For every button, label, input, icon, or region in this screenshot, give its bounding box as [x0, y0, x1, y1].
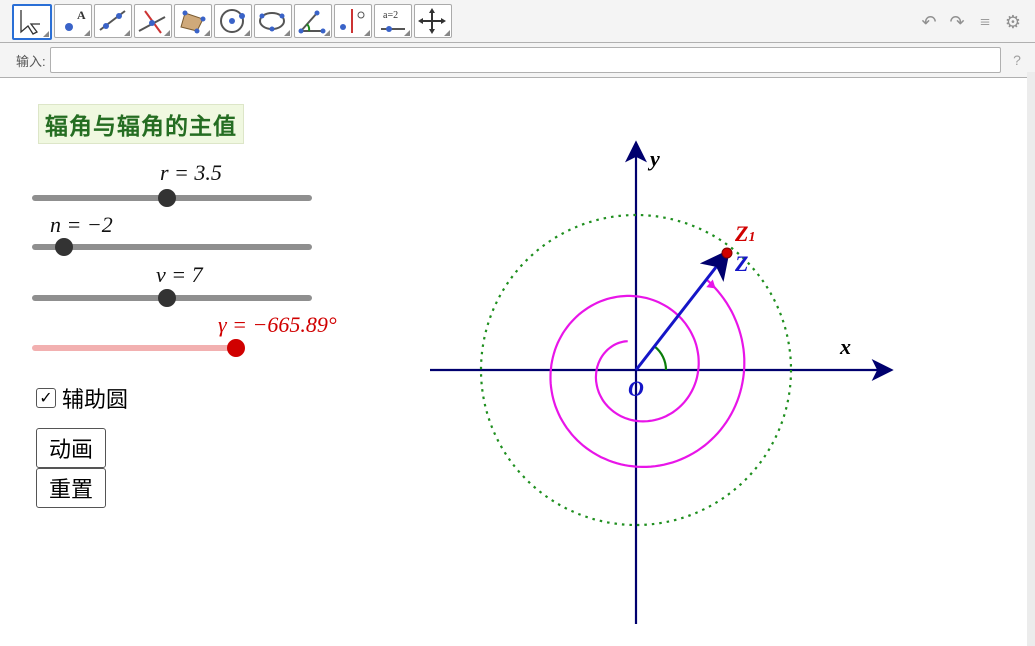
undo-icon[interactable]: ↶	[917, 10, 941, 34]
axis-label-x: x	[840, 334, 851, 360]
help-icon[interactable]: ?	[1005, 48, 1029, 72]
aux-circle-checkbox[interactable]: ✓	[36, 388, 56, 408]
toolbar: Aa=2 ↶ ↷ ≡ ⚙	[0, 0, 1035, 43]
slider-gamma[interactable]	[32, 345, 237, 351]
tool-conic[interactable]	[254, 4, 292, 38]
tool-move[interactable]	[12, 4, 52, 40]
point-z1-label: Z1	[735, 221, 755, 247]
tool-point[interactable]: A	[54, 4, 92, 38]
complex-plane-diagram: y x O Z1 Z	[430, 104, 930, 624]
slider-gamma-knob[interactable]	[227, 339, 245, 357]
animate-button[interactable]: 动画	[36, 428, 106, 468]
slider-gamma-label: γ = −665.89°	[218, 312, 337, 338]
tool-slider[interactable]: a=2	[374, 4, 412, 38]
slider-r-label: r = 3.5	[160, 160, 222, 186]
slider-n-knob[interactable]	[55, 238, 73, 256]
menu-icon[interactable]: ≡	[973, 10, 997, 34]
slider-r-knob[interactable]	[158, 189, 176, 207]
tool-line[interactable]	[94, 4, 132, 38]
reset-button[interactable]: 重置	[36, 468, 106, 508]
slider-n[interactable]	[32, 244, 312, 250]
axis-label-y: y	[650, 146, 660, 172]
aux-circle-label: 辅助圆	[62, 382, 128, 414]
svg-text:a=2: a=2	[383, 10, 398, 21]
svg-text:A: A	[77, 8, 86, 22]
slider-v-label: v = 7	[156, 262, 203, 288]
tool-perpendicular[interactable]	[134, 4, 172, 38]
tool-reflect[interactable]	[334, 4, 372, 38]
gear-icon[interactable]: ⚙	[1001, 10, 1025, 34]
tool-polygon[interactable]	[174, 4, 212, 38]
slider-v-knob[interactable]	[158, 289, 176, 307]
page-title: 辐角与辐角的主值	[38, 104, 244, 144]
vector-z-label: Z	[735, 251, 748, 277]
command-input[interactable]	[50, 47, 1001, 73]
redo-icon[interactable]: ↷	[945, 10, 969, 34]
slider-v[interactable]	[32, 295, 312, 301]
slider-r[interactable]	[32, 195, 312, 201]
origin-label: O	[628, 376, 644, 402]
input-row: 输入: ?	[0, 43, 1035, 78]
vertical-scrollbar[interactable]	[1027, 72, 1035, 646]
slider-n-label: n = −2	[50, 212, 113, 238]
tool-angle[interactable]	[294, 4, 332, 38]
input-label: 输入:	[16, 51, 46, 70]
tool-move-view[interactable]	[414, 4, 452, 38]
tool-circle[interactable]	[214, 4, 252, 38]
